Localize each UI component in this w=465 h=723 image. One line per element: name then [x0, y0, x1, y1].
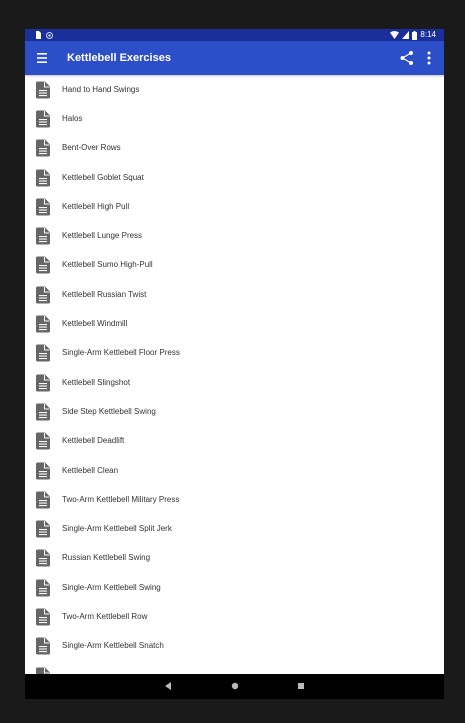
list-item[interactable]: Kettlebell Sumo High-Pull — [25, 251, 444, 280]
document-icon — [36, 549, 50, 567]
list-item-label: Hand to Hand Swings — [62, 84, 140, 94]
sim-card-icon — [36, 31, 41, 39]
sync-icon — [46, 31, 53, 39]
list-item-label: Two-Arm Kettlebell Military Press — [62, 494, 180, 504]
status-time: 8:14 — [420, 30, 436, 39]
list-item[interactable]: Russian Kettlebell Swing — [25, 544, 444, 573]
list-item-label: Single-Arm Kettlebell Swing — [62, 582, 161, 592]
share-icon[interactable] — [398, 49, 416, 67]
list-item-label: Kettlebell Deadlift — [62, 436, 125, 446]
list-item-label: Single-Arm Kettlebell Snatch — [62, 641, 164, 651]
list-item[interactable]: Kettlebell High Pull — [25, 192, 444, 221]
list-item[interactable]: Single-Arm Kettlebell Split Jerk — [25, 514, 444, 543]
list-item-label: Halos — [62, 113, 83, 123]
list-item[interactable]: Kettlebell Slingshot — [25, 368, 444, 397]
list-item[interactable]: Hand to Hand Swings — [25, 75, 444, 104]
recents-icon[interactable] — [296, 681, 306, 691]
back-icon[interactable] — [163, 681, 173, 691]
system-nav-bar — [25, 674, 444, 699]
battery-icon — [412, 30, 418, 40]
list-item[interactable]: Kettlebell Clean — [25, 456, 444, 485]
list-item-label: Single-Arm Kettlebell Split Jerk — [62, 524, 172, 534]
list-item-label: Bent-Over Rows — [62, 143, 121, 153]
document-icon — [36, 315, 50, 333]
list-item[interactable]: Kettlebell Deadlift — [25, 427, 444, 456]
list-item-label: Single-Arm Kettlebell Floor Press — [62, 348, 180, 358]
document-icon — [36, 579, 50, 597]
document-icon — [36, 462, 50, 479]
list-item-label: Kettlebell Windmill — [62, 319, 128, 329]
list-item[interactable]: Side Step Kettlebell Swing — [25, 397, 444, 426]
list-item-label: Kettlebell Clean — [62, 465, 119, 475]
status-bar: 8:14 — [25, 29, 444, 41]
document-icon — [36, 139, 50, 157]
more-vert-icon[interactable] — [422, 49, 436, 67]
list-item-label: Kettlebell Goblet Squat — [62, 172, 144, 182]
document-icon — [36, 227, 50, 245]
list-item-label: Side Step Kettlebell Swing — [62, 406, 156, 416]
list-item[interactable]: Two-Arm Kettlebell Row — [25, 602, 444, 631]
list-item-label: Kettlebell Lunge Press — [62, 231, 143, 241]
document-icon — [36, 491, 50, 509]
document-icon — [36, 432, 50, 450]
list-item[interactable]: Kettlebell Russian Twist — [25, 280, 444, 309]
document-icon — [36, 520, 50, 538]
document-icon — [36, 667, 50, 674]
document-icon — [36, 81, 50, 99]
list-item-label: Two-Arm Kettlebell Row — [62, 611, 148, 621]
menu-icon[interactable] — [35, 49, 53, 67]
list-item[interactable]: Kettlebell Lunge Press — [25, 221, 444, 250]
signal-icon — [402, 31, 410, 39]
document-icon — [36, 403, 50, 421]
list-item[interactable]: Single-Arm Kettlebell Swing — [25, 573, 444, 602]
document-icon — [36, 110, 50, 128]
document-icon — [36, 637, 50, 655]
wifi-icon — [390, 31, 400, 39]
app-bar: Kettlebell Exercises — [25, 41, 444, 75]
exercise-list: Hand to Hand Swings Halos Bent-Over Rows Ke… — [25, 75, 444, 674]
list-item[interactable]: Kettlebell Goblet Squat — [25, 163, 444, 192]
list-item-label: Kettlebell Sumo High-Pull — [62, 260, 153, 270]
list-item[interactable]: Halos — [25, 104, 444, 133]
list-item-label: Russian Kettlebell Swing — [62, 553, 151, 563]
document-icon — [36, 198, 50, 216]
list-item[interactable]: Single-Arm Kettlebell Floor Press — [25, 339, 444, 368]
list-item-label: Kettlebell Russian Twist — [62, 289, 147, 299]
list-item[interactable] — [25, 661, 444, 674]
list-item[interactable]: Kettlebell Windmill — [25, 309, 444, 338]
device-screen: 8:14 Kettlebell Exercises Hand to Hand S… — [25, 29, 444, 699]
document-icon — [36, 286, 50, 304]
document-icon — [36, 344, 50, 362]
list-item-label: Kettlebell High Pull — [62, 201, 130, 211]
document-icon — [36, 169, 50, 187]
list-item-label: Kettlebell Slingshot — [62, 377, 131, 387]
list-item[interactable]: Single-Arm Kettlebell Snatch — [25, 632, 444, 661]
list-item[interactable]: Two-Arm Kettlebell Military Press — [25, 485, 444, 514]
document-icon — [36, 608, 50, 626]
page-title: Kettlebell Exercises — [67, 52, 171, 64]
document-icon — [36, 256, 50, 274]
document-icon — [36, 374, 50, 392]
home-icon[interactable] — [230, 681, 240, 691]
list-item[interactable]: Bent-Over Rows — [25, 134, 444, 163]
